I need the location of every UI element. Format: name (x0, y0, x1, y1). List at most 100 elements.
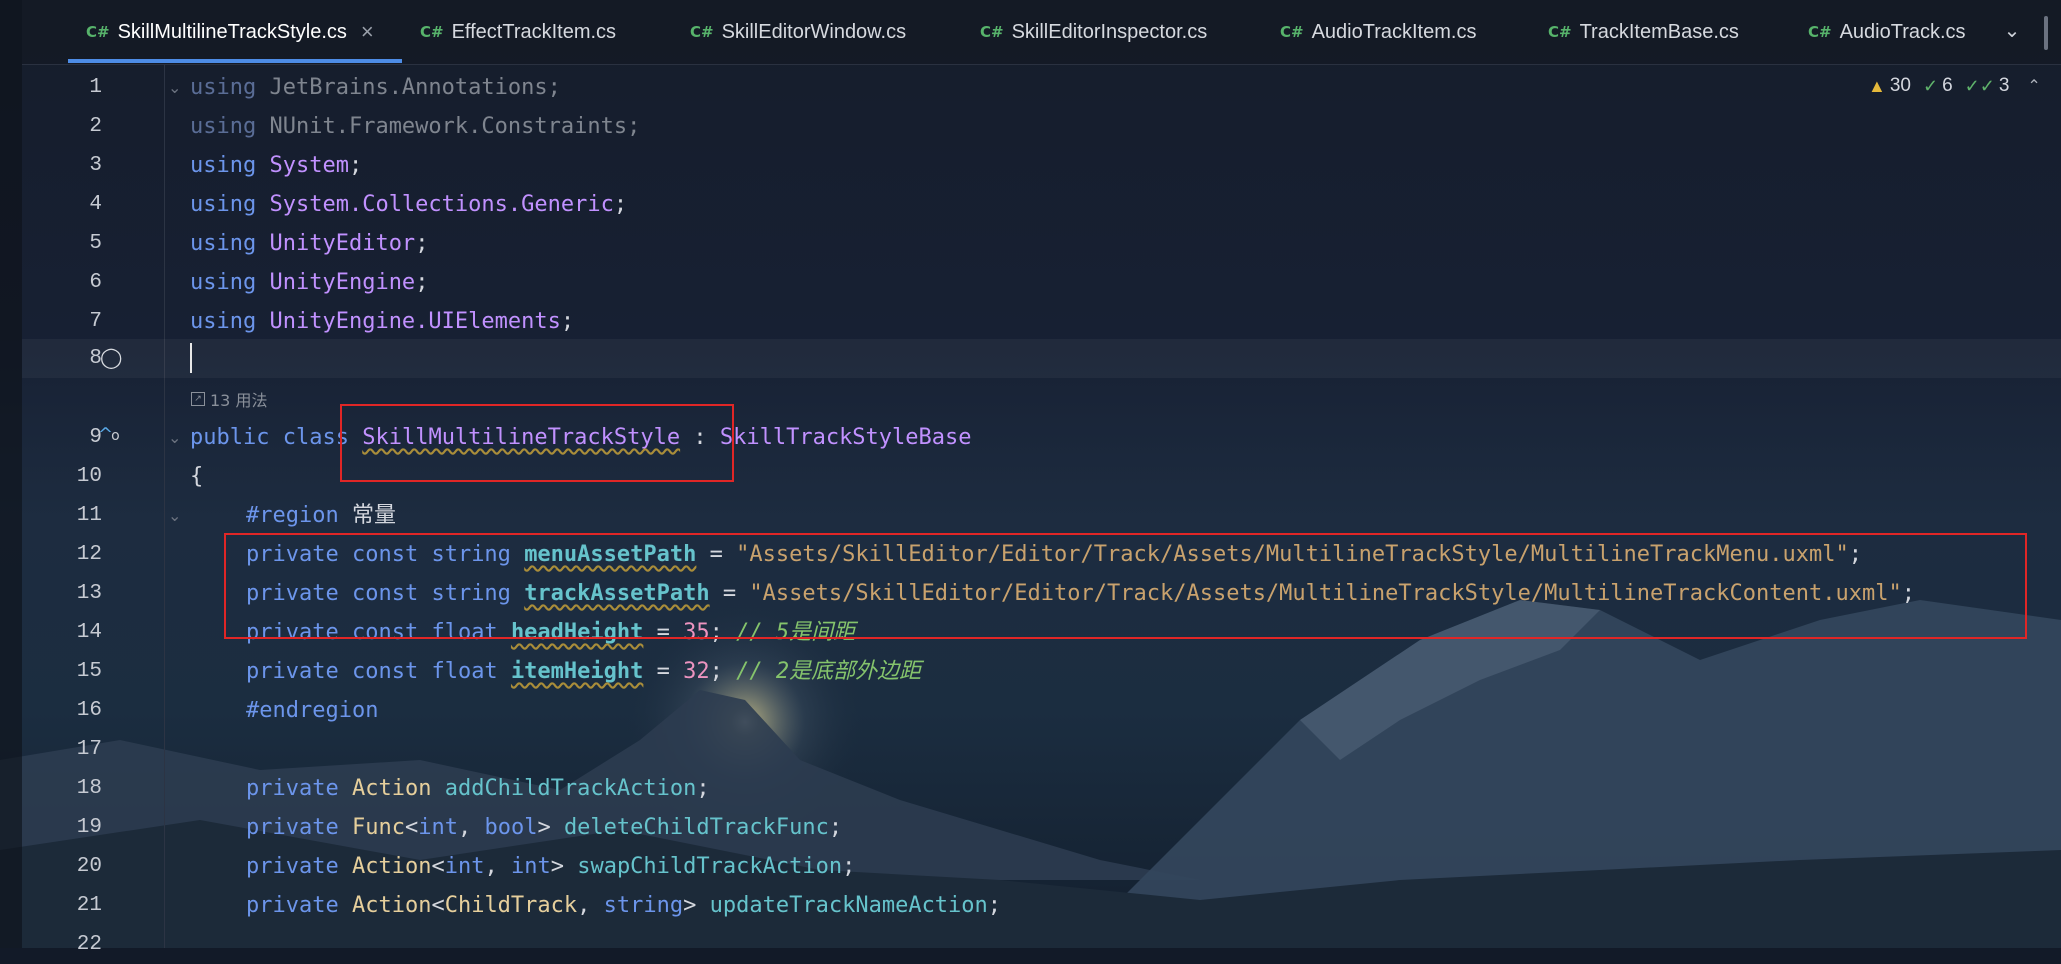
code-line-6[interactable]: 6 using UnityEngine; (22, 263, 2061, 302)
code-line-16[interactable]: 16 #endregion (22, 691, 2061, 730)
code-line-2[interactable]: 2 using NUnit.Framework.Constraints; (22, 107, 2061, 146)
field-name[interactable]: swapChildTrackAction (577, 854, 842, 879)
keyword-int: int (418, 815, 458, 840)
code-line-19[interactable]: 19 private Func<int, bool> deleteChildTr… (22, 808, 2061, 847)
code-text: using System.Collections.Generic; (190, 185, 627, 224)
code-line-22[interactable]: 22 (22, 925, 2061, 964)
assign: = (643, 659, 684, 684)
code-text: using NUnit.Framework.Constraints; (190, 107, 640, 146)
code-line-15[interactable]: 15 private const float itemHeight = 32; … (22, 652, 2061, 691)
code-text: #endregion (190, 691, 378, 730)
field-name[interactable]: updateTrackNameAction (710, 893, 988, 918)
tab-audio-track-item[interactable]: C# AudioTrackItem.cs (1280, 0, 1476, 64)
line-number: 8 (89, 347, 102, 370)
fold-chevron-icon[interactable]: ⌄ (168, 418, 181, 457)
semicolon: ; (415, 270, 429, 295)
code-line-18[interactable]: 18 private Action addChildTrackAction; (22, 769, 2061, 808)
csharp-file-icon: C# (1808, 23, 1832, 41)
code-line-17[interactable]: 17 (22, 730, 2061, 769)
keyword-using: using (190, 309, 257, 334)
text-caret (190, 343, 192, 373)
semicolon: ; (709, 659, 723, 684)
field-name[interactable]: deleteChildTrackFunc (564, 815, 829, 840)
keyword-int: int (444, 854, 485, 879)
code-line-11[interactable]: 11 ⌄ #region 常量 (22, 496, 2061, 535)
keyword-using: using (190, 231, 257, 256)
endregion-directive: #endregion (246, 698, 379, 723)
keyword-private: private (246, 893, 339, 918)
csharp-file-icon: C# (420, 23, 444, 41)
code-text: private Action addChildTrackAction; (190, 769, 710, 808)
left-tool-strip (0, 0, 22, 948)
chevron-down-icon[interactable]: ⌄ (1998, 18, 2026, 46)
field-name[interactable]: itemHeight (511, 659, 643, 684)
keyword-using: using (190, 153, 257, 178)
close-tab-icon[interactable]: × (361, 19, 374, 45)
keyword-private: private (246, 815, 339, 840)
code-text: using JetBrains.Annotations; (190, 68, 561, 107)
semicolon: ; (613, 192, 628, 217)
namespace: UnityEditor (269, 231, 416, 256)
type-name: Action (351, 776, 432, 801)
line-number: 2 (89, 115, 102, 138)
tab-skill-multiline-track-style[interactable]: C# SkillMultilineTrackStyle.cs × (86, 0, 374, 64)
code-line-20[interactable]: 20 private Action<int, int> swapChildTra… (22, 847, 2061, 886)
code-text: using System; (190, 146, 362, 185)
line-number: 21 (76, 894, 102, 917)
semicolon: ; (627, 114, 641, 139)
tab-skill-editor-inspector[interactable]: C# SkillEditorInspector.cs (980, 0, 1207, 64)
fold-chevron-icon[interactable]: ⌄ (168, 68, 181, 107)
line-number: 19 (76, 816, 102, 839)
line-number: 16 (76, 699, 102, 722)
namespace: UnityEngine.UIElements (269, 309, 561, 334)
tab-bar-scrollbar[interactable] (2044, 16, 2048, 50)
code-line-3[interactable]: 3 using System; (22, 146, 2061, 185)
number-literal: 32 (683, 659, 710, 684)
tab-track-item-base[interactable]: C# TrackItemBase.cs (1548, 0, 1739, 64)
fold-chevron-icon[interactable]: ⌄ (168, 496, 181, 535)
code-line-7[interactable]: 7 using UnityEngine.UIElements; (22, 302, 2061, 341)
line-number: 18 (76, 777, 102, 800)
type-name: Action (351, 893, 432, 918)
code-line-8[interactable]: 8 (22, 339, 2061, 378)
code-line-10[interactable]: 10 { (22, 457, 2061, 496)
region-label: 常量 (351, 503, 396, 528)
tab-skill-editor-window[interactable]: C# SkillEditorWindow.cs (690, 0, 906, 64)
code-text: using UnityEditor; (190, 224, 428, 263)
highlight-box-asset-paths (224, 533, 2027, 639)
implements-gutter-icon[interactable]: ^o (98, 424, 120, 445)
external-link-icon: ↗ (191, 392, 205, 406)
keyword-private: private (246, 659, 339, 684)
line-number: 10 (76, 465, 102, 488)
lightbulb-icon[interactable]: ◯ (100, 345, 122, 371)
tab-audio-track[interactable]: C# AudioTrack.cs (1808, 0, 1966, 64)
usages-inlay-hint[interactable]: ↗ 13 用法 (191, 386, 267, 412)
code-line-1[interactable]: 1 ⌄ using JetBrains.Annotations; (22, 68, 2061, 107)
keyword-using: using (190, 192, 257, 217)
type-name: ChildTrack (444, 893, 578, 918)
code-text: #region 常量 (190, 496, 396, 535)
base-class-name[interactable]: SkillTrackStyleBase (720, 425, 972, 450)
line-number: 13 (76, 582, 102, 605)
tab-label: SkillMultilineTrackStyle.cs (117, 20, 347, 43)
code-line-9[interactable]: 9 ⌄ public class SkillMultilineTrackStyl… (22, 418, 2061, 457)
code-line-21[interactable]: 21 private Action<ChildTrack, string> up… (22, 886, 2061, 925)
keyword-int: int (510, 854, 551, 879)
line-number: 20 (76, 855, 102, 878)
keyword-private: private (246, 854, 339, 879)
code-line-5[interactable]: 5 using UnityEditor; (22, 224, 2061, 263)
field-name[interactable]: addChildTrackAction (445, 776, 697, 801)
keyword-using: using (190, 270, 257, 295)
line-number: 22 (76, 933, 102, 956)
tab-effect-track-item[interactable]: C# EffectTrackItem.cs (420, 0, 616, 64)
keyword-bool: bool (484, 815, 538, 840)
code-text: using UnityEngine.UIElements; (190, 302, 574, 341)
semicolon: ; (842, 854, 856, 879)
type-name: Action (351, 854, 432, 879)
line-number: 1 (89, 76, 102, 99)
type-name: Func (351, 815, 405, 840)
line-number: 9 (89, 426, 102, 449)
comment: // 2是底部外边距 (736, 659, 922, 684)
code-line-4[interactable]: 4 using System.Collections.Generic; (22, 185, 2061, 224)
keyword-using: using (190, 75, 257, 100)
